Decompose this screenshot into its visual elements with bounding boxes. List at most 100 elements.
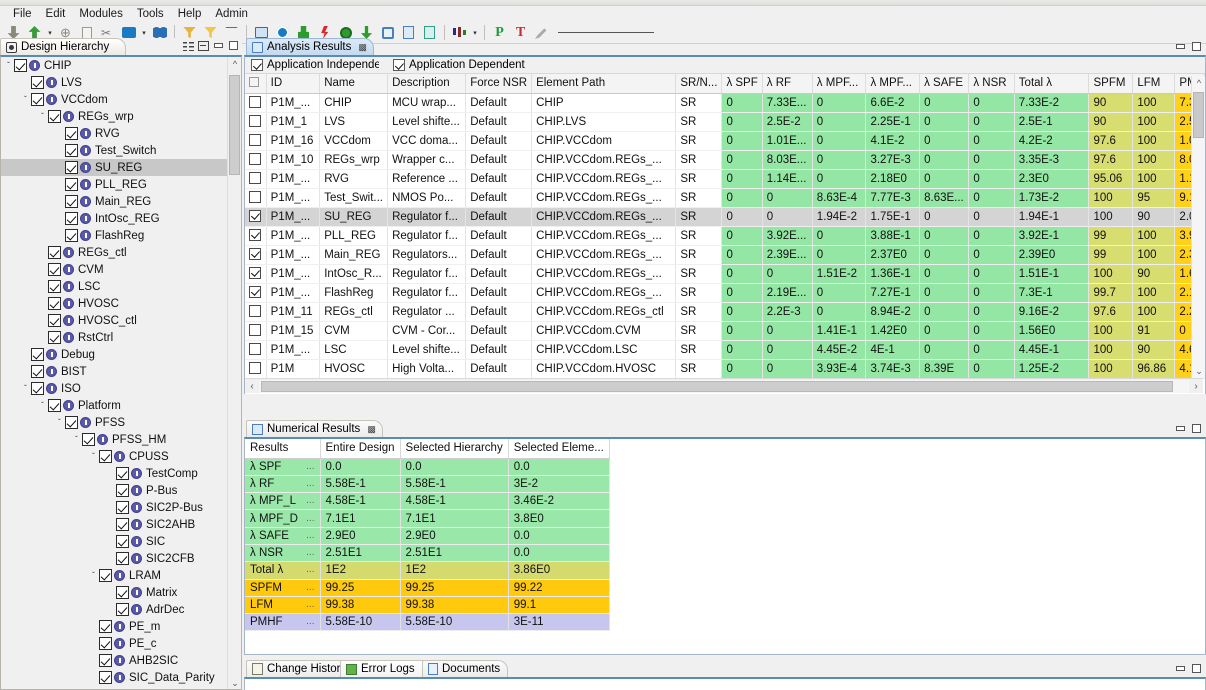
tree-item-cpuss[interactable]: ˇCPUSS [1, 448, 241, 465]
row-checkbox-cell[interactable] [245, 131, 266, 150]
tree-item-checkbox[interactable] [48, 314, 61, 327]
numerical-column-header-entire-design[interactable]: Entire Design [320, 439, 400, 458]
tab-analysis-results[interactable]: Analysis Results ▩ [246, 38, 374, 55]
row-checkbox[interactable] [249, 286, 261, 298]
analysis-scroll-left-icon[interactable]: ‹ [245, 381, 259, 392]
table-row[interactable]: P1M_...LSCLevel shifte...DefaultCHIP.VCC… [245, 340, 1205, 359]
minimize-icon[interactable] [212, 39, 225, 52]
row-checkbox-cell[interactable] [245, 340, 266, 359]
row-checkbox[interactable] [249, 115, 261, 127]
menu-file[interactable]: File [6, 6, 39, 22]
column-header-id[interactable]: ID [266, 74, 320, 93]
row-checkbox-cell[interactable] [245, 302, 266, 321]
table-row[interactable]: P1M_...SU_REGRegulator f...DefaultCHIP.V… [245, 207, 1205, 226]
row-checkbox[interactable] [249, 343, 261, 355]
table-row[interactable]: P1M_1LVSLevel shifte...DefaultCHIP.LVSSR… [245, 112, 1205, 131]
table-row[interactable]: P1M_...IntOsc_R...Regulator f...DefaultC… [245, 264, 1205, 283]
tree-item-sic2p-bus[interactable]: ˇSIC2P-Bus [1, 499, 241, 516]
tree-item-lvs[interactable]: ˇLVS [1, 74, 241, 91]
tree-scroll-down-icon[interactable]: ⌄ [229, 676, 241, 690]
row-checkbox-cell[interactable] [245, 150, 266, 169]
checkbox-application-independent[interactable] [251, 59, 263, 71]
table-row[interactable]: P1M_10REGs_wrpWrapper c...DefaultCHIP.VC… [245, 150, 1205, 169]
column-header-spf[interactable]: λ SPF [722, 74, 762, 93]
row-checkbox[interactable] [249, 172, 261, 184]
tree-item-checkbox[interactable] [116, 484, 129, 497]
column-header-total[interactable]: Total λ [1014, 74, 1089, 93]
analysis-scroll-down-icon[interactable]: ⌄ [1193, 364, 1205, 378]
tree-item-sic-data-parity[interactable]: ˇSIC_Data_Parity [1, 669, 241, 686]
analysis-scroll-thumb[interactable] [1193, 92, 1204, 138]
table-row[interactable]: P1M_...Test_Swit...NMOS Po...DefaultCHIP… [245, 188, 1205, 207]
tree-item-bist[interactable]: ˇBIST [1, 363, 241, 380]
tree-item-cvm[interactable]: ˇCVM [1, 261, 241, 278]
column-header-nsr[interactable]: λ NSR [969, 74, 1014, 93]
tree-item-checkbox[interactable] [99, 620, 112, 633]
table-row[interactable]: P1M_...RVGReference ...DefaultCHIP.VCCdo… [245, 169, 1205, 188]
expand-collapse-icon[interactable]: ˇ [37, 108, 48, 125]
column-header-rf[interactable]: λ RF [762, 74, 812, 93]
tree-item-adrdec[interactable]: ˇAdrDec [1, 601, 241, 618]
tree-item-checkbox[interactable] [99, 569, 112, 582]
tree-item-checkbox[interactable] [65, 144, 78, 157]
column-header-mpf[interactable]: λ MPF... [866, 74, 920, 93]
tree-item-lram[interactable]: ˇLRAM [1, 567, 241, 584]
column-header-lfm[interactable]: LFM [1133, 74, 1175, 93]
tree-item-hvosc-ctl[interactable]: ˇHVOSC_ctl [1, 312, 241, 329]
maximize-icon[interactable] [1190, 40, 1203, 53]
tree-item-testcomp[interactable]: ˇTestComp [1, 465, 241, 482]
analysis-hscroll-track[interactable] [259, 380, 1189, 393]
row-checkbox[interactable] [249, 153, 261, 165]
row-checkbox[interactable] [249, 210, 261, 222]
tree-item-checkbox[interactable] [116, 552, 129, 565]
tree-item-checkbox[interactable] [31, 382, 44, 395]
row-checkbox[interactable] [249, 134, 261, 146]
column-header-name[interactable]: Name [320, 74, 388, 93]
numerical-column-header-selected-eleme[interactable]: Selected Eleme... [508, 439, 609, 458]
tree-item-checkbox[interactable] [31, 348, 44, 361]
tree-item-checkbox[interactable] [65, 416, 78, 429]
tree-item-checkbox[interactable] [48, 263, 61, 276]
row-checkbox-cell[interactable] [245, 188, 266, 207]
close-icon[interactable]: ▩ [367, 424, 376, 435]
tab-change-history[interactable]: Change History [246, 660, 354, 677]
tree-item-p-bus[interactable]: ˇP-Bus [1, 482, 241, 499]
numerical-column-header-selected-hierarchy[interactable]: Selected Hierarchy [400, 439, 508, 458]
tree-item-iso[interactable]: ˇISO [1, 380, 241, 397]
tree-item-platform[interactable]: ˇPlatform [1, 397, 241, 414]
tree-item-checkbox[interactable] [65, 195, 78, 208]
tree-item-checkbox[interactable] [48, 246, 61, 259]
table-row[interactable]: P1M_...PLL_REGRegulator f...DefaultCHIP.… [245, 226, 1205, 245]
row-checkbox-cell[interactable] [245, 245, 266, 264]
tree-item-checkbox[interactable] [116, 518, 129, 531]
tree-item-ahb2sic[interactable]: ˇAHB2SIC [1, 652, 241, 669]
column-header-safe[interactable]: λ SAFE [920, 74, 969, 93]
tab-design-hierarchy[interactable]: Design Hierarchy [0, 38, 126, 55]
analysis-horizontal-scrollbar[interactable]: ‹ › [245, 378, 1203, 393]
toolbar-drag-handle[interactable] [558, 32, 654, 33]
row-checkbox-cell[interactable] [245, 207, 266, 226]
tree-item-checkbox[interactable] [116, 467, 129, 480]
table-row[interactable]: P1M_11REGs_ctlRegulator ...DefaultCHIP.V… [245, 302, 1205, 321]
tree-item-sic[interactable]: ˇSIC [1, 533, 241, 550]
expand-collapse-icon[interactable]: ˇ [3, 57, 14, 74]
menu-admin[interactable]: Admin [208, 6, 255, 22]
row-checkbox[interactable] [249, 362, 261, 374]
tree-item-checkbox[interactable] [31, 76, 44, 89]
expand-collapse-icon[interactable]: ˇ [20, 380, 31, 397]
numerical-column-header-results[interactable]: Results [245, 439, 320, 458]
checkbox-application-dependent[interactable] [393, 59, 405, 71]
tree-item-checkbox[interactable] [99, 637, 112, 650]
maximize-icon[interactable] [1190, 422, 1203, 435]
analysis-scroll-up-icon[interactable]: ^ [1193, 76, 1205, 90]
row-checkbox[interactable] [249, 191, 261, 203]
collapse-all-icon[interactable] [182, 39, 195, 52]
column-header-mpf[interactable]: λ MPF... [812, 74, 866, 93]
expand-collapse-icon[interactable]: ˇ [88, 567, 99, 584]
tree-item-chip[interactable]: ˇCHIP [1, 57, 241, 74]
tree-item-checkbox[interactable] [31, 365, 44, 378]
column-header-element-path[interactable]: Element Path [532, 74, 676, 93]
row-checkbox[interactable] [249, 305, 261, 317]
minimize-icon[interactable] [1174, 40, 1187, 53]
tree-item-checkbox[interactable] [65, 161, 78, 174]
